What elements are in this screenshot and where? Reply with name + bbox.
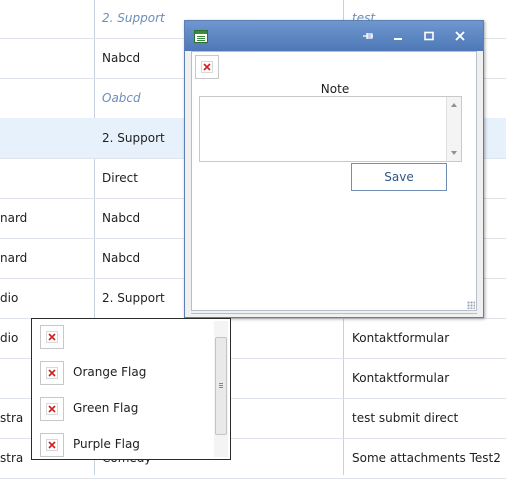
table-cell: nard — [0, 251, 28, 265]
note-dialog: Note Save — [184, 20, 484, 318]
table-cell — [0, 0, 90, 38]
pin-icon[interactable] — [358, 27, 378, 45]
dialog-titlebar[interactable] — [185, 21, 483, 51]
flag-option[interactable]: Purple Flag — [32, 427, 212, 463]
flag-option[interactable]: Orange Flag — [32, 355, 212, 391]
scroll-up-icon[interactable] — [451, 103, 457, 107]
table-cell: Some attachments Test2 — [352, 451, 501, 465]
table-cell — [0, 78, 90, 118]
scroll-down-icon[interactable] — [451, 151, 457, 155]
dialog-status-divider — [191, 313, 477, 314]
flag-option-label: Purple Flag — [73, 437, 140, 451]
flag-option-label: Orange Flag — [73, 365, 147, 379]
save-button[interactable]: Save — [351, 163, 447, 191]
scrollbar-thumb[interactable] — [215, 337, 227, 435]
table-cell — [0, 158, 90, 198]
broken-image-icon — [40, 361, 64, 385]
note-textarea[interactable] — [199, 96, 462, 162]
close-icon[interactable] — [450, 27, 470, 45]
flag-option[interactable]: Green Flag — [32, 391, 212, 427]
broken-image-icon — [40, 325, 64, 349]
table-cell: Kontaktformular — [352, 371, 450, 385]
broken-image-icon — [40, 397, 64, 421]
flag-option[interactable] — [32, 319, 212, 355]
flag-dropdown: Orange Flag Green Flag Purple Flag — [31, 318, 231, 460]
broken-image-icon — [40, 433, 64, 457]
flag-option-label: Green Flag — [73, 401, 139, 415]
note-label: Note — [320, 82, 350, 96]
table-cell — [0, 118, 90, 158]
dropdown-scrollbar[interactable] — [214, 321, 228, 457]
note-app-icon — [194, 30, 208, 43]
note-scrollbar[interactable] — [446, 97, 461, 161]
table-cell: nard — [0, 211, 28, 225]
minimize-icon[interactable] — [388, 27, 408, 45]
maximize-icon[interactable] — [419, 27, 439, 45]
table-cell — [0, 38, 90, 78]
resize-grip-icon[interactable] — [467, 301, 475, 309]
table-cell: test submit direct — [352, 411, 459, 425]
table-cell: Kontaktformular — [352, 331, 450, 345]
dialog-content: Note Save — [191, 51, 477, 311]
broken-image-icon — [195, 55, 219, 79]
table-cell: dio — [0, 291, 19, 305]
